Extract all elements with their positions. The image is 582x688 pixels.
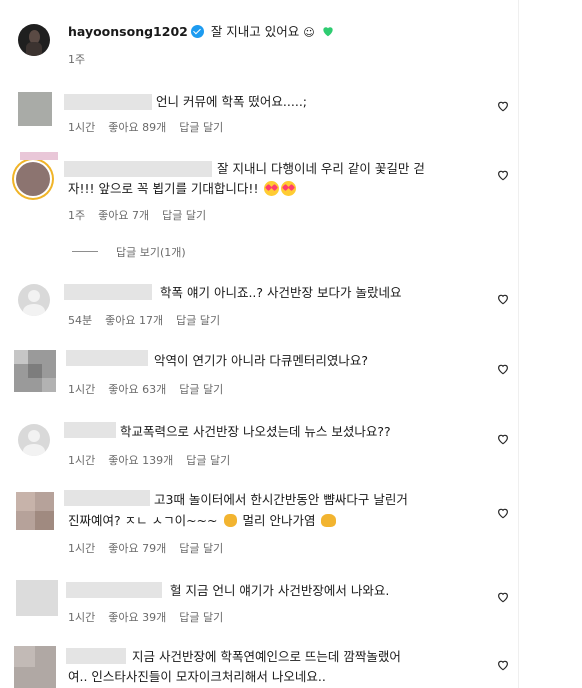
- reply-button[interactable]: 답글 달기: [179, 383, 223, 396]
- view-replies-row[interactable]: 답글 보기(1개): [0, 242, 518, 262]
- view-replies-button[interactable]: 답글 보기(1개): [116, 244, 186, 260]
- green-heart-emoji-icon: [323, 27, 333, 37]
- comment-time: 1시간: [68, 383, 96, 396]
- avatar-overlay-block: [20, 152, 58, 160]
- comment-item: 학폭 얘기 아니죠..? 사건반장 보다가 놀랐네요 54분 좋아요 17개 답글 …: [0, 278, 518, 334]
- comment-text-line: 잘 지내니 다행이네 우리 같이 꽃길만 걷: [217, 161, 425, 176]
- like-heart-icon[interactable]: [496, 99, 510, 113]
- comment-meta: 1시간 좋아요 39개 답글 달기: [68, 609, 236, 625]
- commenter-avatar[interactable]: [18, 92, 52, 126]
- comment-likes[interactable]: 좋아요 79개: [108, 542, 166, 555]
- blurred-username: [66, 582, 162, 598]
- comment-text-line: 자!!! 앞으로 꼭 뵙기를 기대합니다!!: [68, 178, 297, 200]
- comment-time: 54분: [68, 314, 93, 327]
- post-caption-row: hayoonsong1202 잘 지내고 있어요 ☺ 1주: [0, 14, 518, 74]
- commenter-avatar[interactable]: [16, 580, 58, 616]
- comment-likes[interactable]: 좋아요 63개: [108, 383, 166, 396]
- comment-text-line: 고3때 놀이터에서 한시간반동안 뺨싸다구 날린거: [154, 492, 408, 507]
- panel-edge-divider: [518, 0, 519, 688]
- author-avatar[interactable]: [18, 24, 50, 56]
- comment-likes[interactable]: 좋아요 17개: [105, 314, 163, 327]
- like-heart-icon[interactable]: [496, 432, 510, 446]
- reply-button[interactable]: 답글 달기: [179, 611, 223, 624]
- replies-divider: [72, 251, 98, 252]
- caption-age: 1주: [68, 53, 86, 66]
- comment-text-line: 악역이 연기가 아니라 다큐멘터리였나요?: [154, 353, 369, 368]
- reply-button[interactable]: 답글 달기: [179, 121, 223, 134]
- comment-time: 1시간: [68, 542, 96, 555]
- blurred-username: [64, 490, 150, 506]
- commenter-avatar[interactable]: [16, 492, 54, 530]
- comment-text-line: 진짜예여? ㅈㄴ ㅅㄱ이~~~ 멀리 안나가염: [68, 510, 337, 532]
- commenter-avatar[interactable]: [14, 646, 56, 688]
- commenter-avatar[interactable]: [18, 284, 50, 316]
- comment-text-line: 언니 커뮤에 학폭 떴어요.....;: [156, 94, 307, 109]
- comment-meta: 1시간 좋아요 79개 답글 달기: [68, 540, 236, 556]
- comment-text-line: 헐 지금 언니 얘기가 사건반장에서 나와요.: [170, 583, 390, 598]
- comment-likes[interactable]: 좋아요 139개: [108, 454, 173, 467]
- blurred-username: [64, 94, 152, 110]
- comment-item: 지금 사건반장에 학폭연예인으로 뜨는데 깜짝놀랬어 여.. 인스타사진들이 모…: [0, 642, 518, 688]
- comment-text-line: 학폭 얘기 아니죠..? 사건반장 보다가 놀랐네요: [160, 285, 402, 300]
- smile-emoji-icon: ☺: [303, 26, 315, 39]
- like-heart-icon[interactable]: [496, 658, 510, 672]
- comment-item: 고3때 놀이터에서 한시간반동안 뺨싸다구 날린거 진짜예여? ㅈㄴ ㅅㄱ이~~…: [0, 484, 518, 566]
- comment-likes[interactable]: 좋아요 7개: [98, 209, 149, 222]
- comment-meta: 1시간 좋아요 139개 답글 달기: [68, 452, 243, 468]
- reply-button[interactable]: 답글 달기: [179, 542, 223, 555]
- commenter-avatar[interactable]: [12, 158, 54, 200]
- clap-emoji-icon: [223, 514, 237, 527]
- heart-eyes-emoji-icon: [281, 181, 297, 196]
- commenter-avatar[interactable]: [18, 424, 50, 456]
- comment-item: 잘 지내니 다행이네 우리 같이 꽃길만 걷 자!!! 앞으로 꼭 뵙기를 기대…: [0, 148, 518, 230]
- comment-time: 1주: [68, 209, 86, 222]
- caption-text: 잘 지내고 있어요: [210, 24, 300, 39]
- like-heart-icon[interactable]: [496, 292, 510, 306]
- comment-text-line: 학교폭력으로 사건반장 나오셨는데 뉴스 보셨나요??: [120, 424, 391, 439]
- blurred-username: [64, 161, 212, 177]
- comment-likes[interactable]: 좋아요 39개: [108, 611, 166, 624]
- comment-time: 1시간: [68, 454, 96, 467]
- heart-eyes-emoji-icon: [264, 181, 280, 196]
- reply-button[interactable]: 답글 달기: [176, 314, 220, 327]
- comment-meta: 1주 좋아요 7개 답글 달기: [68, 207, 219, 223]
- blurred-username: [64, 422, 116, 438]
- comment-meta: 1시간 좋아요 89개 답글 달기: [68, 119, 236, 135]
- like-heart-icon[interactable]: [496, 590, 510, 604]
- comment-text-line: 여.. 인스타사진들이 모자이크처리해서 나오네요..: [68, 669, 326, 684]
- comment-time: 1시간: [68, 611, 96, 624]
- raised-hands-emoji-icon: [321, 514, 337, 527]
- comment-likes[interactable]: 좋아요 89개: [108, 121, 166, 134]
- reply-button[interactable]: 답글 달기: [186, 454, 230, 467]
- comment-item: 헐 지금 언니 얘기가 사건반장에서 나와요. 1시간 좋아요 39개 답글 달기: [0, 576, 518, 634]
- blurred-username: [64, 284, 152, 300]
- caption-line: hayoonsong1202 잘 지내고 있어요 ☺: [68, 21, 335, 44]
- like-heart-icon[interactable]: [496, 362, 510, 376]
- verified-badge-icon: [190, 25, 204, 38]
- comments-panel: hayoonsong1202 잘 지내고 있어요 ☺ 1주 언니 커뮤에 학폭 …: [0, 0, 518, 688]
- commenter-avatar[interactable]: [14, 350, 56, 392]
- like-heart-icon[interactable]: [496, 168, 510, 182]
- reply-button[interactable]: 답글 달기: [162, 209, 206, 222]
- like-heart-icon[interactable]: [496, 506, 510, 520]
- author-username[interactable]: hayoonsong1202: [68, 24, 188, 39]
- comment-text-line: 지금 사건반장에 학폭연예인으로 뜨는데 깜짝놀랬어: [132, 649, 401, 664]
- comment-item: 학교폭력으로 사건반장 나오셨는데 뉴스 보셨나요?? 1시간 좋아요 139개 답…: [0, 416, 518, 474]
- comment-item: 악역이 연기가 아니라 다큐멘터리였나요? 1시간 좋아요 63개 답글 달기: [0, 346, 518, 402]
- blurred-username: [66, 350, 148, 366]
- blurred-username: [66, 648, 126, 664]
- comment-meta: 1시간 좋아요 63개 답글 달기: [68, 381, 236, 397]
- caption-meta: 1주: [68, 51, 98, 67]
- comment-time: 1시간: [68, 121, 96, 134]
- comment-meta: 54분 좋아요 17개 답글 달기: [68, 312, 233, 328]
- comment-item: 언니 커뮤에 학폭 떴어요.....; 1시간 좋아요 89개 답글 달기: [0, 86, 518, 146]
